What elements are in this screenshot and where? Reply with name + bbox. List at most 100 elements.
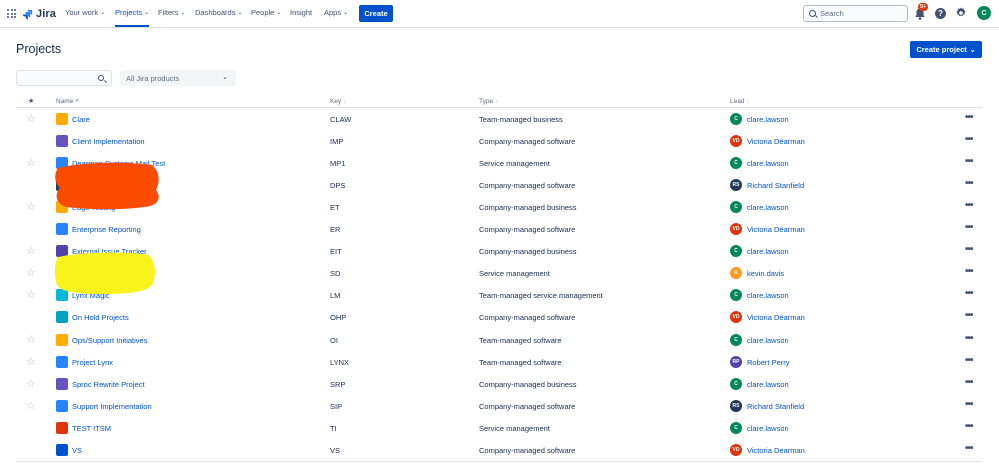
project-lead-link[interactable]: clare.lawson xyxy=(747,247,789,256)
project-lead-link[interactable]: Richard Stanfield xyxy=(747,181,804,190)
lead-avatar[interactable]: C xyxy=(730,157,742,170)
project-lead-link[interactable]: Robert Perry xyxy=(747,358,790,367)
lead-avatar[interactable]: C xyxy=(730,245,742,258)
more-actions-icon[interactable]: ••• xyxy=(965,266,973,277)
column-header-lead[interactable]: Lead ↕ xyxy=(730,98,750,105)
more-actions-icon[interactable]: ••• xyxy=(965,244,973,255)
more-actions-icon[interactable]: ••• xyxy=(965,421,973,432)
nav-apps[interactable]: Apps ⌄ xyxy=(324,8,348,17)
global-search[interactable] xyxy=(803,5,908,22)
more-actions-icon[interactable]: ••• xyxy=(965,156,973,167)
project-search-input[interactable] xyxy=(17,71,97,85)
more-actions-icon[interactable]: ••• xyxy=(965,443,973,454)
nav-filters[interactable]: Filters ⌄ xyxy=(158,8,185,17)
more-actions-icon[interactable]: ••• xyxy=(965,134,973,145)
table-row[interactable]: ☆TEST ITSMTIService managementCclare.law… xyxy=(16,418,982,440)
nav-projects[interactable]: Projects ⌄ xyxy=(115,8,149,17)
table-row[interactable]: ☆ Lynx Magic LM Team-managed service manage… xyxy=(16,285,982,307)
lead-avatar[interactable]: RS xyxy=(730,399,742,412)
more-actions-icon[interactable]: ••• xyxy=(965,355,973,366)
table-row[interactable]: ☆ External Issue Tracker EIT Company-manage… xyxy=(16,241,982,263)
product-filter-select[interactable]: All Jira products ⌄ xyxy=(120,70,236,86)
nav-dashboards[interactable]: Dashboards ⌄ xyxy=(195,8,242,17)
project-name-link[interactable]: TEST ITSM xyxy=(72,424,111,433)
project-name-link[interactable]: Client Implementation xyxy=(72,137,145,146)
column-header-key[interactable]: Key ↕ xyxy=(330,98,346,105)
user-avatar[interactable]: C xyxy=(977,6,991,20)
nav-your-work[interactable]: Your work ⌄ xyxy=(65,8,105,17)
lead-avatar[interactable]: K xyxy=(730,267,742,280)
project-name-link[interactable]: Clare xyxy=(72,115,90,124)
star-icon[interactable]: ☆ xyxy=(26,158,36,169)
more-actions-icon[interactable]: ••• xyxy=(965,178,973,189)
project-lead-link[interactable]: clare.lawson xyxy=(747,380,789,389)
lead-avatar[interactable]: C xyxy=(730,421,742,434)
project-lead-link[interactable]: Richard Stanfield xyxy=(747,402,804,411)
project-name-link[interactable]: Project Lynx xyxy=(72,358,113,367)
lead-avatar[interactable]: VD xyxy=(730,135,742,148)
lead-avatar[interactable]: C xyxy=(730,377,742,390)
project-search-field[interactable] xyxy=(16,70,112,86)
column-header-name[interactable]: Name ˄ xyxy=(56,98,79,105)
settings-gear-icon[interactable] xyxy=(955,7,967,19)
lead-avatar[interactable]: VD xyxy=(730,223,742,236)
lead-avatar[interactable]: C xyxy=(730,289,742,302)
table-row[interactable]: ☆ Project Lynx LYNX Team-managed software RP… xyxy=(16,352,982,374)
project-lead-link[interactable]: clare.lawson xyxy=(747,115,789,124)
table-row[interactable]: ☆Client ImplementationIMPCompany-managed… xyxy=(16,131,982,153)
project-lead-link[interactable]: kevin.davis xyxy=(747,269,784,278)
project-lead-link[interactable]: Victoria Dearman xyxy=(747,225,805,234)
lead-avatar[interactable]: C xyxy=(730,333,742,346)
star-icon[interactable]: ☆ xyxy=(26,114,36,125)
lead-avatar[interactable]: C xyxy=(730,201,742,214)
more-actions-icon[interactable]: ••• xyxy=(965,222,973,233)
star-icon[interactable]: ☆ xyxy=(26,400,36,412)
project-lead-link[interactable]: clare.lawson xyxy=(747,424,789,433)
star-icon[interactable]: ☆ xyxy=(26,290,36,301)
project-name-link[interactable]: Ops/Support Initiatives xyxy=(72,336,147,345)
project-lead-link[interactable]: clare.lawson xyxy=(747,336,789,345)
project-lead-link[interactable]: Victoria Dearman xyxy=(747,137,805,146)
more-actions-icon[interactable]: ••• xyxy=(965,377,973,388)
table-row[interactable]: ☆ Support Implementation SIP Company-manage… xyxy=(16,396,982,418)
app-switcher-icon[interactable] xyxy=(7,9,16,18)
more-actions-icon[interactable]: ••• xyxy=(965,112,973,123)
nav-insight[interactable]: Insight xyxy=(290,8,312,17)
lead-avatar[interactable]: VD xyxy=(730,443,742,456)
project-lead-link[interactable]: clare.lawson xyxy=(747,159,789,168)
project-lead-link[interactable]: Victoria Dearman xyxy=(747,313,805,322)
star-icon[interactable]: ☆ xyxy=(26,268,36,279)
help-icon[interactable]: ? xyxy=(935,8,946,19)
lead-avatar[interactable]: RP xyxy=(730,355,742,368)
table-row[interactable]: ☆Enterprise ReportingERCompany-managed s… xyxy=(16,219,982,241)
project-lead-link[interactable]: clare.lawson xyxy=(747,203,789,212)
table-row[interactable]: ☆General Support DeskSDService managemen… xyxy=(16,263,982,285)
table-row[interactable]: ☆ Sproc Rewrite Project SRP Company-managed… xyxy=(16,374,982,396)
lead-avatar[interactable]: VD xyxy=(730,311,742,324)
star-icon[interactable]: ☆ xyxy=(26,202,36,213)
column-header-type[interactable]: Type ↕ xyxy=(479,98,498,105)
project-name-link[interactable]: Support Implementation xyxy=(72,402,152,411)
star-icon[interactable]: ☆ xyxy=(26,356,36,368)
more-actions-icon[interactable]: ••• xyxy=(965,288,973,299)
project-name-link[interactable]: Enterprise Reporting xyxy=(72,225,141,234)
create-project-button[interactable]: Create project ⌄ xyxy=(910,41,982,58)
project-lead-link[interactable]: clare.lawson xyxy=(747,291,789,300)
table-row[interactable]: ☆On Hold ProjectsOHPCompany-managed soft… xyxy=(16,307,982,329)
project-name-link[interactable]: On Hold Projects xyxy=(72,313,129,322)
table-row[interactable]: ☆ Clare CLAW Team-managed business Cclare.la… xyxy=(16,109,982,131)
jira-logo[interactable]: Jira xyxy=(22,7,56,21)
create-button[interactable]: Create xyxy=(359,5,393,22)
search-input[interactable] xyxy=(820,9,900,18)
table-row[interactable]: ☆VSVSCompany-managed softwareVDVictoria … xyxy=(16,440,982,462)
star-icon[interactable]: ☆ xyxy=(26,378,36,390)
project-name-link[interactable]: Sproc Rewrite Project xyxy=(72,380,145,389)
more-actions-icon[interactable]: ••• xyxy=(965,333,973,344)
more-actions-icon[interactable]: ••• xyxy=(965,399,973,410)
nav-people[interactable]: People ⌄ xyxy=(251,8,281,17)
more-actions-icon[interactable]: ••• xyxy=(965,200,973,211)
star-icon[interactable]: ☆ xyxy=(26,334,36,346)
more-actions-icon[interactable]: ••• xyxy=(965,310,973,321)
project-name-link[interactable]: VS xyxy=(72,446,82,455)
star-icon[interactable]: ☆ xyxy=(26,246,36,257)
